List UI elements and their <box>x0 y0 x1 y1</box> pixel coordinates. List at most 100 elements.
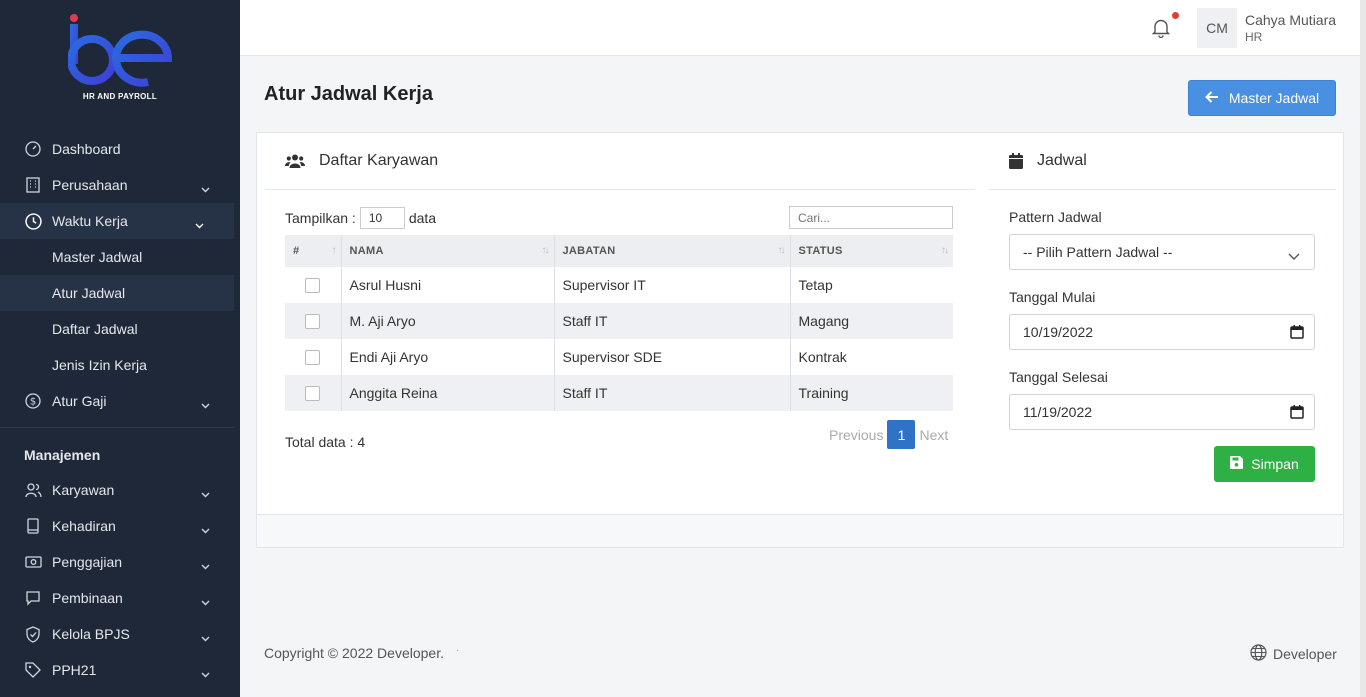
sidebar-item-label: PPH21 <box>52 662 97 678</box>
chevron-down-icon <box>201 396 210 412</box>
sidebar-divider <box>0 427 234 428</box>
cell-position: Supervisor IT <box>554 267 791 303</box>
table-row: M. Aji Aryo Staff IT Magang <box>285 303 953 339</box>
start-date-value: 10/19/2022 <box>1023 324 1094 340</box>
bell-icon[interactable] <box>1151 18 1172 39</box>
notification-dot <box>1172 12 1179 19</box>
table-row: Asrul Husni Supervisor IT Tetap <box>285 267 953 303</box>
arrow-left-icon <box>1204 90 1219 106</box>
cell-name: Endi Aji Aryo <box>341 339 555 375</box>
avatar[interactable]: CM <box>1197 8 1237 48</box>
sidebar-item-kelola-bpjs[interactable]: Kelola BPJS <box>0 616 240 652</box>
user-role: HR <box>1245 30 1263 44</box>
footer-separator: · <box>456 645 460 656</box>
row-checkbox[interactable] <box>305 349 320 365</box>
sidebar-item-kehadiran[interactable]: Kehadiran <box>0 508 240 544</box>
sidebar: HR AND PAYROLL Dashboard Perusahaan Wakt… <box>0 0 240 697</box>
pagination-page-1[interactable]: 1 <box>887 420 916 449</box>
chevron-down-icon <box>201 557 210 573</box>
employee-panel-title: Daftar Karyawan <box>319 152 439 169</box>
cell-name: Asrul Husni <box>341 267 555 303</box>
calendar-icon[interactable] <box>1290 405 1304 422</box>
pagination: Previous 1 Next <box>829 420 948 449</box>
brand-tagline: HR AND PAYROLL <box>82 92 158 101</box>
sidebar-subitem-atur-jadwal[interactable]: Atur Jadwal <box>0 275 234 311</box>
scrollbar[interactable] <box>1360 0 1366 697</box>
cell-name: M. Aji Aryo <box>341 303 555 339</box>
user-name[interactable]: Cahya Mutiara <box>1245 12 1336 28</box>
footer-developer-label: Developer <box>1273 646 1337 662</box>
sidebar-item-label: Perusahaan <box>52 177 128 193</box>
column-header-nama[interactable]: NAMA ↑↓ <box>341 235 555 267</box>
row-checkbox[interactable] <box>305 385 320 401</box>
tag-icon <box>24 661 42 679</box>
chevron-down-icon <box>201 485 210 501</box>
sidebar-item-atur-gaji[interactable]: $ Atur Gaji <box>0 383 240 419</box>
end-date-field[interactable]: 11/19/2022 <box>1009 394 1315 430</box>
save-label: Simpan <box>1251 456 1299 472</box>
sidebar-item-label: Penggajian <box>52 554 123 570</box>
column-header-jabatan[interactable]: JABATAN ↑↓ <box>554 235 791 267</box>
search-input[interactable] <box>789 206 953 229</box>
sidebar-item-karyawan[interactable]: Karyawan <box>0 472 240 508</box>
total-data-label: Total data : 4 <box>285 434 366 450</box>
calendar-icon <box>1009 153 1023 169</box>
cell-status: Magang <box>790 303 953 339</box>
pagination-next[interactable]: Next <box>919 427 948 443</box>
employee-panel-header: Daftar Karyawan <box>265 133 975 190</box>
end-date-label: Tanggal Selesai <box>1009 369 1108 385</box>
row-checkbox[interactable] <box>305 313 320 329</box>
cell-status: Training <box>790 375 953 411</box>
sidebar-item-dashboard[interactable]: Dashboard <box>0 131 240 167</box>
shield-icon <box>24 625 42 643</box>
table-row: Anggita Reina Staff IT Training <box>285 375 953 411</box>
row-checkbox[interactable] <box>305 277 320 293</box>
sidebar-item-penggajian[interactable]: Penggajian <box>0 544 240 580</box>
column-header-number[interactable]: # ↑ <box>285 235 342 267</box>
cell-name: Anggita Reina <box>341 375 555 411</box>
column-header-status[interactable]: STATUS ↑↓ <box>790 235 953 267</box>
pattern-select-value: -- Pilih Pattern Jadwal -- <box>1023 244 1173 260</box>
start-date-field[interactable]: 10/19/2022 <box>1009 314 1315 350</box>
topbar: CM Cahya Mutiara HR <box>240 0 1360 56</box>
cell-status: Kontrak <box>790 339 953 375</box>
schedule-panel-header: Jadwal <box>989 133 1336 190</box>
pattern-select[interactable]: -- Pilih Pattern Jadwal -- <box>1009 234 1315 270</box>
sidebar-item-pph21[interactable]: PPH21 <box>0 652 240 688</box>
page-length-input[interactable]: 10 <box>359 207 405 229</box>
sidebar-subitem-jenis-izin-kerja[interactable]: Jenis Izin Kerja <box>0 347 240 383</box>
chevron-down-icon <box>201 521 210 537</box>
sidebar-item-label: Kehadiran <box>52 518 116 534</box>
pattern-label: Pattern Jadwal <box>1009 209 1102 225</box>
master-jadwal-button[interactable]: Master Jadwal <box>1188 80 1336 116</box>
sidebar-item-waktu-kerja[interactable]: Waktu Kerja <box>0 203 234 239</box>
sidebar-item-pembinaan[interactable]: Pembinaan <box>0 580 240 616</box>
chevron-down-icon <box>201 180 210 196</box>
calendar-icon[interactable] <box>1290 325 1304 342</box>
page-length-control: Tampilkan : 10 data <box>285 207 436 229</box>
main-card: Daftar Karyawan Jadwal Tampilkan : 10 da… <box>256 132 1344 548</box>
page-title: Atur Jadwal Kerja <box>264 83 433 105</box>
employee-table: # ↑ NAMA ↑↓ JABATAN ↑↓ STATUS ↑↓ Asrul Husni… <box>285 235 953 411</box>
show-suffix: data <box>408 210 437 226</box>
save-button[interactable]: Simpan <box>1214 446 1315 482</box>
footer-developer-link[interactable]: Developer <box>1250 644 1337 664</box>
sidebar-item-label: Kelola BPJS <box>52 626 130 642</box>
start-date-label: Tanggal Mulai <box>1009 289 1096 305</box>
pagination-previous[interactable]: Previous <box>829 427 883 443</box>
sort-icon: ↑↓ <box>541 245 550 256</box>
dashboard-icon <box>24 140 42 158</box>
users-icon <box>285 153 305 169</box>
money-icon <box>24 553 42 571</box>
sidebar-subitem-master-jadwal[interactable]: Master Jadwal <box>0 239 240 275</box>
sidebar-subitem-daftar-jadwal[interactable]: Daftar Jadwal <box>0 311 240 347</box>
chevron-down-icon <box>201 593 210 609</box>
svg-text:$: $ <box>30 397 36 408</box>
sort-icon: ↑↓ <box>777 245 786 256</box>
cell-position: Staff IT <box>554 375 791 411</box>
brand-logo[interactable]: HR AND PAYROLL <box>0 0 240 118</box>
cell-position: Supervisor SDE <box>554 339 791 375</box>
sort-icon: ↑↓ <box>941 245 949 256</box>
book-icon <box>24 517 42 535</box>
sidebar-item-perusahaan[interactable]: Perusahaan <box>0 167 240 203</box>
